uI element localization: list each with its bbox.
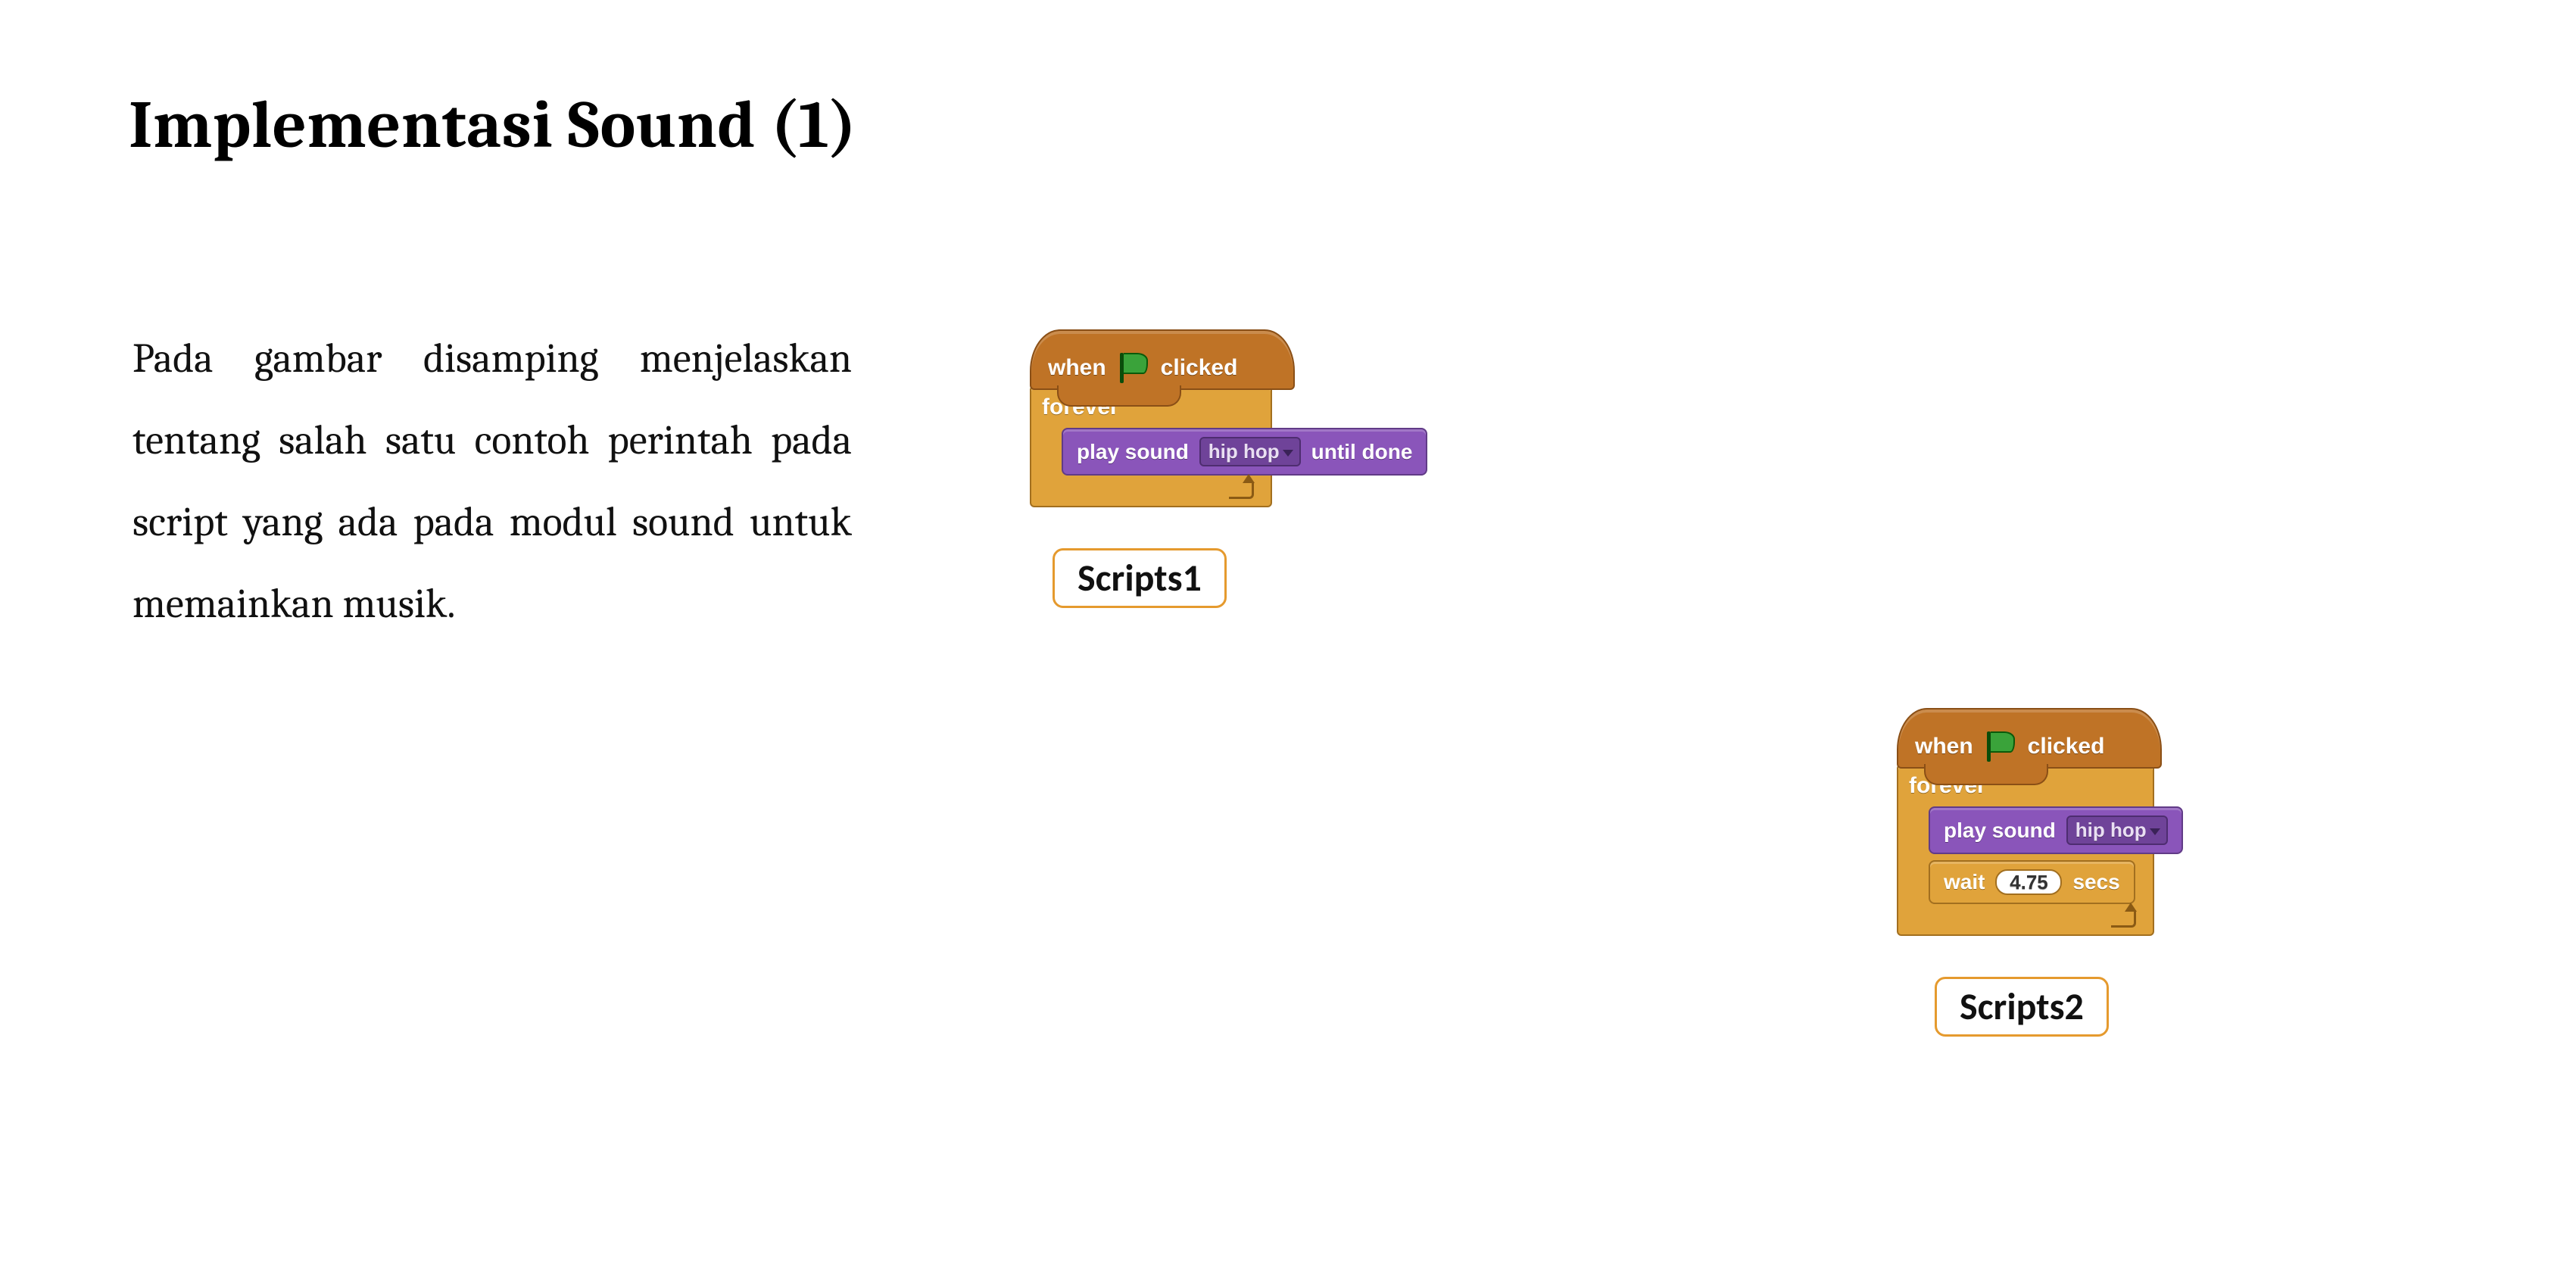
forever-slot: play sound hip hop wait 4.75 secs (1929, 806, 2142, 904)
script-group-1: when clicked forever play sound hip hop … (1030, 329, 1295, 608)
sound-dropdown[interactable]: hip hop (1199, 437, 1301, 466)
wait-seconds-input[interactable]: 4.75 (1995, 869, 2062, 895)
hat-when-text: when (1915, 734, 1973, 759)
sound-dropdown[interactable]: hip hop (2066, 816, 2168, 845)
green-flag-icon (1117, 351, 1150, 385)
loop-arrow-icon (1229, 482, 1254, 499)
block-notch (1924, 764, 2048, 785)
play-sound-block[interactable]: play sound hip hop (1929, 806, 2183, 854)
loop-arrow-icon (2111, 910, 2136, 928)
slide: Implementasi Sound (1) Pada gambar disam… (0, 0, 2576, 1288)
forever-block[interactable]: forever play sound hip hop wait 4.75 sec… (1897, 764, 2154, 936)
play-sound-until-done-block[interactable]: play sound hip hop until done (1062, 428, 1427, 476)
wait-label: wait (1944, 870, 1985, 894)
play-sound-label: play sound (1944, 819, 2056, 843)
page-title: Implementasi Sound (1) (129, 87, 857, 164)
when-flag-clicked-block[interactable]: when clicked (1897, 708, 2162, 769)
green-flag-icon (1984, 730, 2017, 763)
forever-slot: play sound hip hop until done (1062, 428, 1260, 476)
loop-footer (1042, 480, 1260, 500)
block-notch (1057, 385, 1181, 407)
script1-label: Scripts1 (1053, 548, 1227, 608)
body-paragraph: Pada gambar disamping menjelaskan tentan… (133, 318, 852, 645)
hat-when-text: when (1048, 355, 1106, 381)
play-sound-label: play sound (1077, 440, 1189, 464)
secs-label: secs (2072, 870, 2119, 894)
hat-clicked-text: clicked (2028, 734, 2105, 759)
hat-clicked-text: clicked (1161, 355, 1238, 381)
script2-label: Scripts2 (1935, 977, 2109, 1037)
until-done-label: until done (1311, 440, 1413, 464)
wait-block[interactable]: wait 4.75 secs (1929, 860, 2135, 904)
loop-footer (1909, 909, 2142, 928)
when-flag-clicked-block[interactable]: when clicked (1030, 329, 1295, 390)
script-group-2: when clicked forever play sound hip hop … (1897, 708, 2162, 1037)
